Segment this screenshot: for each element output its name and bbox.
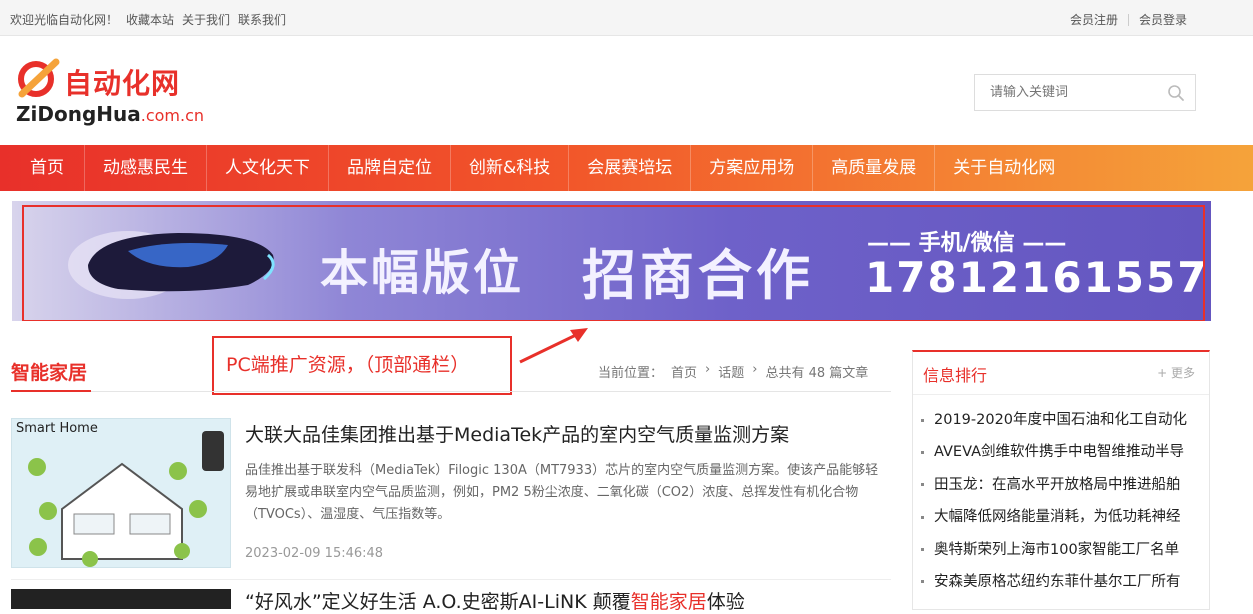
section-title: 智能家居: [11, 362, 88, 384]
list-item-label: AVEVA剑维软件携手中电智维推动半导: [934, 444, 1184, 461]
logo-domain: .com.cn: [140, 106, 205, 125]
article-time: 2023-02-09 15:46:48: [245, 546, 384, 561]
nav-livelihood[interactable]: 动感惠民生: [85, 145, 207, 191]
account-links: 会员注册 会员登录: [1070, 11, 1187, 28]
nav-development[interactable]: 高质量发展: [813, 145, 936, 191]
logo-cn: 自动化网: [64, 67, 181, 100]
nav-culture[interactable]: 人文化天下: [207, 145, 329, 191]
top-bar: 欢迎光临自动化网！ 收藏本站 关于我们 联系我们 会员注册 会员登录: [0, 0, 1253, 36]
list-item[interactable]: 田玉龙：在高水平开放格局中推进船舶: [921, 469, 1201, 501]
list-item-label: 奥特斯荣列上海市100家智能工厂名单: [934, 541, 1180, 558]
bullet-icon: [921, 483, 924, 487]
list-item-label: 田玉龙：在高水平开放格局中推进船舶: [934, 476, 1181, 493]
bullet-icon: [921, 418, 924, 422]
article-title[interactable]: “好风水”定义好生活 A.O.史密斯AI-LiNK 颠覆智能家居体验: [245, 587, 745, 614]
divider: [1127, 13, 1129, 26]
article-summary: 品佳推出基于联发科（MediaTek）Filogic 130A（MT7933）芯…: [245, 463, 879, 522]
bullet-icon: [921, 548, 924, 552]
register-link[interactable]: 会员注册: [1070, 11, 1118, 28]
nav-exhibition[interactable]: 会展赛培坛: [569, 145, 692, 191]
about-link[interactable]: 关于我们: [182, 11, 230, 28]
article-title-part: 体验: [706, 591, 745, 613]
divider: [11, 579, 891, 580]
article-count: 总共有 48 篇文章: [765, 366, 869, 381]
welcome-text: 欢迎光临自动化网！: [10, 13, 119, 27]
section-underline: [11, 390, 91, 392]
ranking-list: 2019-2020年度中国石油和化工自动化 AVEVA剑维软件携手中电智维推动半…: [921, 404, 1201, 598]
list-item[interactable]: 2019-2020年度中国石油和化工自动化: [921, 404, 1201, 436]
nav-home[interactable]: 首页: [0, 145, 85, 191]
breadcrumb: 当前位置： 首页 › 话题 › 总共有 48 篇文章: [598, 362, 868, 381]
logo-mark-icon: [18, 58, 60, 98]
list-item[interactable]: 安森美原格芯纽约东菲什基尔工厂所有: [921, 566, 1201, 598]
search-box: [974, 74, 1196, 111]
list-item[interactable]: 大幅降低网络能量消耗，为低功耗神经: [921, 501, 1201, 533]
breadcrumb-home[interactable]: 首页: [671, 362, 697, 381]
search-input[interactable]: [975, 75, 1155, 110]
logo-en-name: ZiDongHua: [16, 102, 141, 126]
arrow-icon: [519, 328, 588, 364]
article-title-highlight: 智能家居: [630, 591, 707, 613]
top-links: 欢迎光临自动化网！ 收藏本站 关于我们 联系我们: [10, 11, 286, 28]
list-item-label: 2019-2020年度中国石油和化工自动化: [934, 412, 1188, 428]
divider: [913, 394, 1209, 395]
ad-banner[interactable]: 本幅版位 招商合作 —— 手机/微信 —— 17812161557: [12, 201, 1211, 321]
list-item-label: 大幅降低网络能量消耗，为低功耗神经: [934, 509, 1181, 526]
section-divider: [11, 391, 891, 392]
nav-solutions[interactable]: 方案应用场: [691, 145, 814, 191]
logo-en: ZiDongHua.com.cn: [16, 102, 204, 126]
nav-brand[interactable]: 品牌自定位: [329, 145, 451, 191]
list-item[interactable]: AVEVA剑维软件携手中电智维推动半导: [921, 436, 1201, 468]
search-icon[interactable]: [1167, 84, 1185, 102]
bullet-icon: [921, 580, 924, 584]
breadcrumb-sep: ›: [752, 362, 758, 377]
article-title-part: “好风水”定义好生活 A.O.史密斯AI-LiNK 颠覆: [245, 591, 631, 613]
list-item[interactable]: 奥特斯荣列上海市100家智能工厂名单: [921, 534, 1201, 566]
header: 自动化网 ZiDongHua.com.cn: [0, 36, 1253, 146]
annotation-frame: [22, 205, 1205, 321]
breadcrumb-topic[interactable]: 话题: [718, 362, 744, 381]
bullet-icon: [921, 450, 924, 454]
article-thumbnail[interactable]: [11, 589, 231, 609]
article-thumbnail[interactable]: Smart Home: [11, 418, 231, 568]
site-logo[interactable]: 自动化网 ZiDongHua.com.cn: [16, 58, 226, 128]
nav-about[interactable]: 关于自动化网: [935, 145, 1073, 191]
list-item-label: 安森美原格芯纽约东菲什基尔工厂所有: [934, 573, 1181, 590]
bullet-icon: [921, 515, 924, 519]
contact-link[interactable]: 联系我们: [238, 11, 286, 28]
article-title[interactable]: 大联大品佳集团推出基于MediaTek产品的室内空气质量监测方案: [245, 420, 789, 447]
ranking-panel: 信息排行 + 更多 2019-2020年度中国石油和化工自动化 AVEVA剑维软…: [912, 350, 1210, 610]
breadcrumb-sep: ›: [705, 362, 711, 377]
panel-title: 信息排行: [923, 366, 988, 385]
bookmark-link[interactable]: 收藏本站: [126, 11, 174, 28]
annotation-label: PC端推广资源，（顶部通栏）: [212, 336, 512, 395]
nav-innovation[interactable]: 创新&科技: [451, 145, 570, 191]
smart-home-icon: [28, 431, 224, 567]
breadcrumb-label: 当前位置：: [598, 366, 664, 381]
login-link[interactable]: 会员登录: [1139, 11, 1187, 28]
main-nav: 首页 动感惠民生 人文化天下 品牌自定位 创新&科技 会展赛培坛 方案应用场 高…: [0, 145, 1253, 191]
more-link[interactable]: + 更多: [1157, 364, 1195, 381]
list-item: Smart Home 大联大品佳集团推出基于MediaTek产品的室内空气质量监…: [11, 418, 891, 568]
